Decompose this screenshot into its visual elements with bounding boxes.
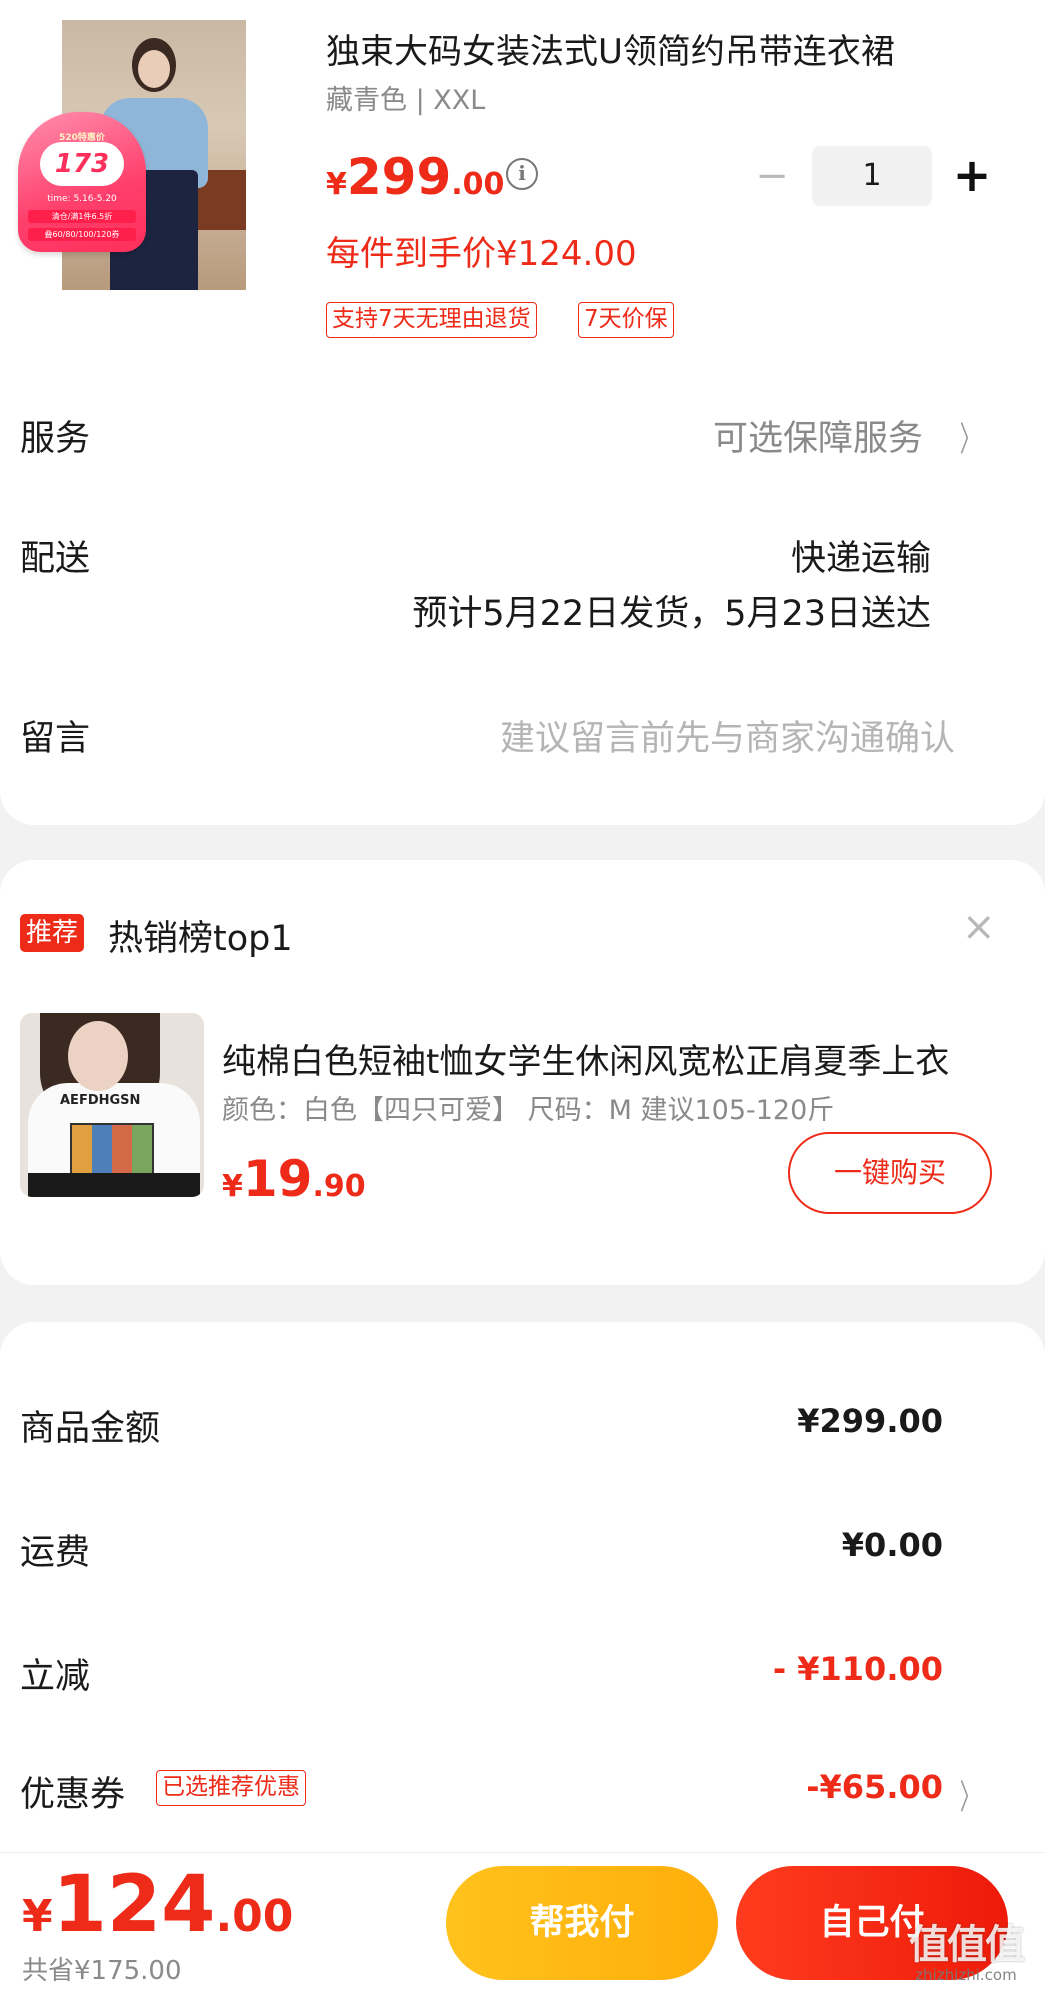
coupon-label: 优惠券 — [20, 1775, 126, 1815]
promo-badge-line2: 叠60/80/100/120券 — [28, 228, 136, 241]
delivery-method: 快递运输 — [790, 539, 931, 579]
product-price: ¥299.00 — [326, 148, 504, 206]
per-item-price: 每件到手价¥124.00 — [326, 234, 637, 274]
recommend-tag: 推荐 — [20, 914, 85, 952]
promo-badge: 520特惠价 173 time: 5.16-5.20 清仓/满1件6.5折 叠6… — [18, 112, 146, 252]
discount-value: - ¥110.00 — [772, 1650, 943, 1688]
promo-badge-number: 173 — [40, 142, 124, 186]
close-icon[interactable]: × — [962, 904, 996, 950]
recommend-item-image[interactable]: AEFDHGSN — [20, 1013, 204, 1197]
total-price: ¥124.00 — [22, 1860, 293, 1950]
info-icon[interactable]: i — [506, 158, 538, 190]
shipping-value: ¥0.00 — [841, 1526, 943, 1564]
quantity-plus-button[interactable]: + — [950, 150, 994, 200]
recommend-item-spec[interactable]: 颜色：白色【四只可爱】 尺码：M 建议105-120斤 — [222, 1088, 834, 1127]
goods-amount-label: 商品金额 — [20, 1409, 161, 1449]
service-chevron-icon[interactable]: 〉 — [960, 412, 980, 461]
price-integer: 299 — [346, 148, 452, 206]
recommend-item-name[interactable]: 纯棉白色短袖t恤女学生休闲风宽松正肩夏季上衣 — [222, 1034, 982, 1083]
service-label: 服务 — [20, 419, 91, 459]
watermark-logo: 值值值 — [909, 1922, 1025, 1968]
rec-price-integer: 19 — [242, 1150, 313, 1208]
one-click-buy-button[interactable]: 一键购买 — [788, 1132, 992, 1214]
tshirt-print-text: AEFDHGSN — [60, 1093, 141, 1108]
delivery-label: 配送 — [20, 539, 91, 579]
price-protection-tag: 7天价保 — [578, 302, 674, 338]
rec-price-decimal: .90 — [312, 1169, 366, 1204]
recommend-title: 热销榜top1 — [108, 919, 293, 959]
help-pay-button[interactable]: 帮我付 — [446, 1866, 718, 1980]
promo-badge-line1: 清仓/满1件6.5折 — [28, 210, 136, 223]
goods-amount-value: ¥299.00 — [797, 1402, 943, 1440]
return-policy-tag: 支持7天无理由退货 — [326, 302, 537, 338]
coupon-value[interactable]: -¥65.00 — [806, 1768, 943, 1806]
promo-badge-date: time: 5.16-5.20 — [47, 194, 117, 204]
service-value[interactable]: 可选保障服务 — [713, 410, 923, 461]
coupon-chevron-icon[interactable]: 〉 — [960, 1770, 980, 1819]
price-currency: ¥ — [326, 167, 347, 202]
total-integer: 124 — [52, 1860, 216, 1950]
discount-label: 立减 — [20, 1657, 91, 1697]
coupon-selected-tag: 已选推荐优惠 — [156, 1770, 306, 1806]
price-decimal: .00 — [451, 167, 505, 202]
product-title[interactable]: 独束大码女装法式U领简约吊带连衣裙 — [326, 24, 986, 73]
message-input[interactable]: 建议留言前先与商家沟通确认 — [500, 710, 955, 761]
message-label: 留言 — [20, 719, 91, 759]
recommend-item-price: ¥19.90 — [222, 1150, 366, 1208]
site-watermark: 值值值 zhizhizhi.com — [892, 1912, 1040, 1992]
delivery-estimate: 预计5月22日发货，5月23日送达 — [412, 594, 931, 634]
quantity-input[interactable]: 1 — [812, 146, 932, 206]
quantity-minus-button[interactable]: − — [752, 156, 792, 196]
product-spec[interactable]: 藏青色 | XXL — [326, 78, 485, 117]
shipping-label: 运费 — [20, 1533, 91, 1573]
total-currency: ¥ — [22, 1891, 53, 1942]
saved-amount: 共省¥175.00 — [22, 1956, 182, 1986]
rec-price-currency: ¥ — [222, 1169, 243, 1204]
total-decimal: .00 — [215, 1891, 294, 1942]
